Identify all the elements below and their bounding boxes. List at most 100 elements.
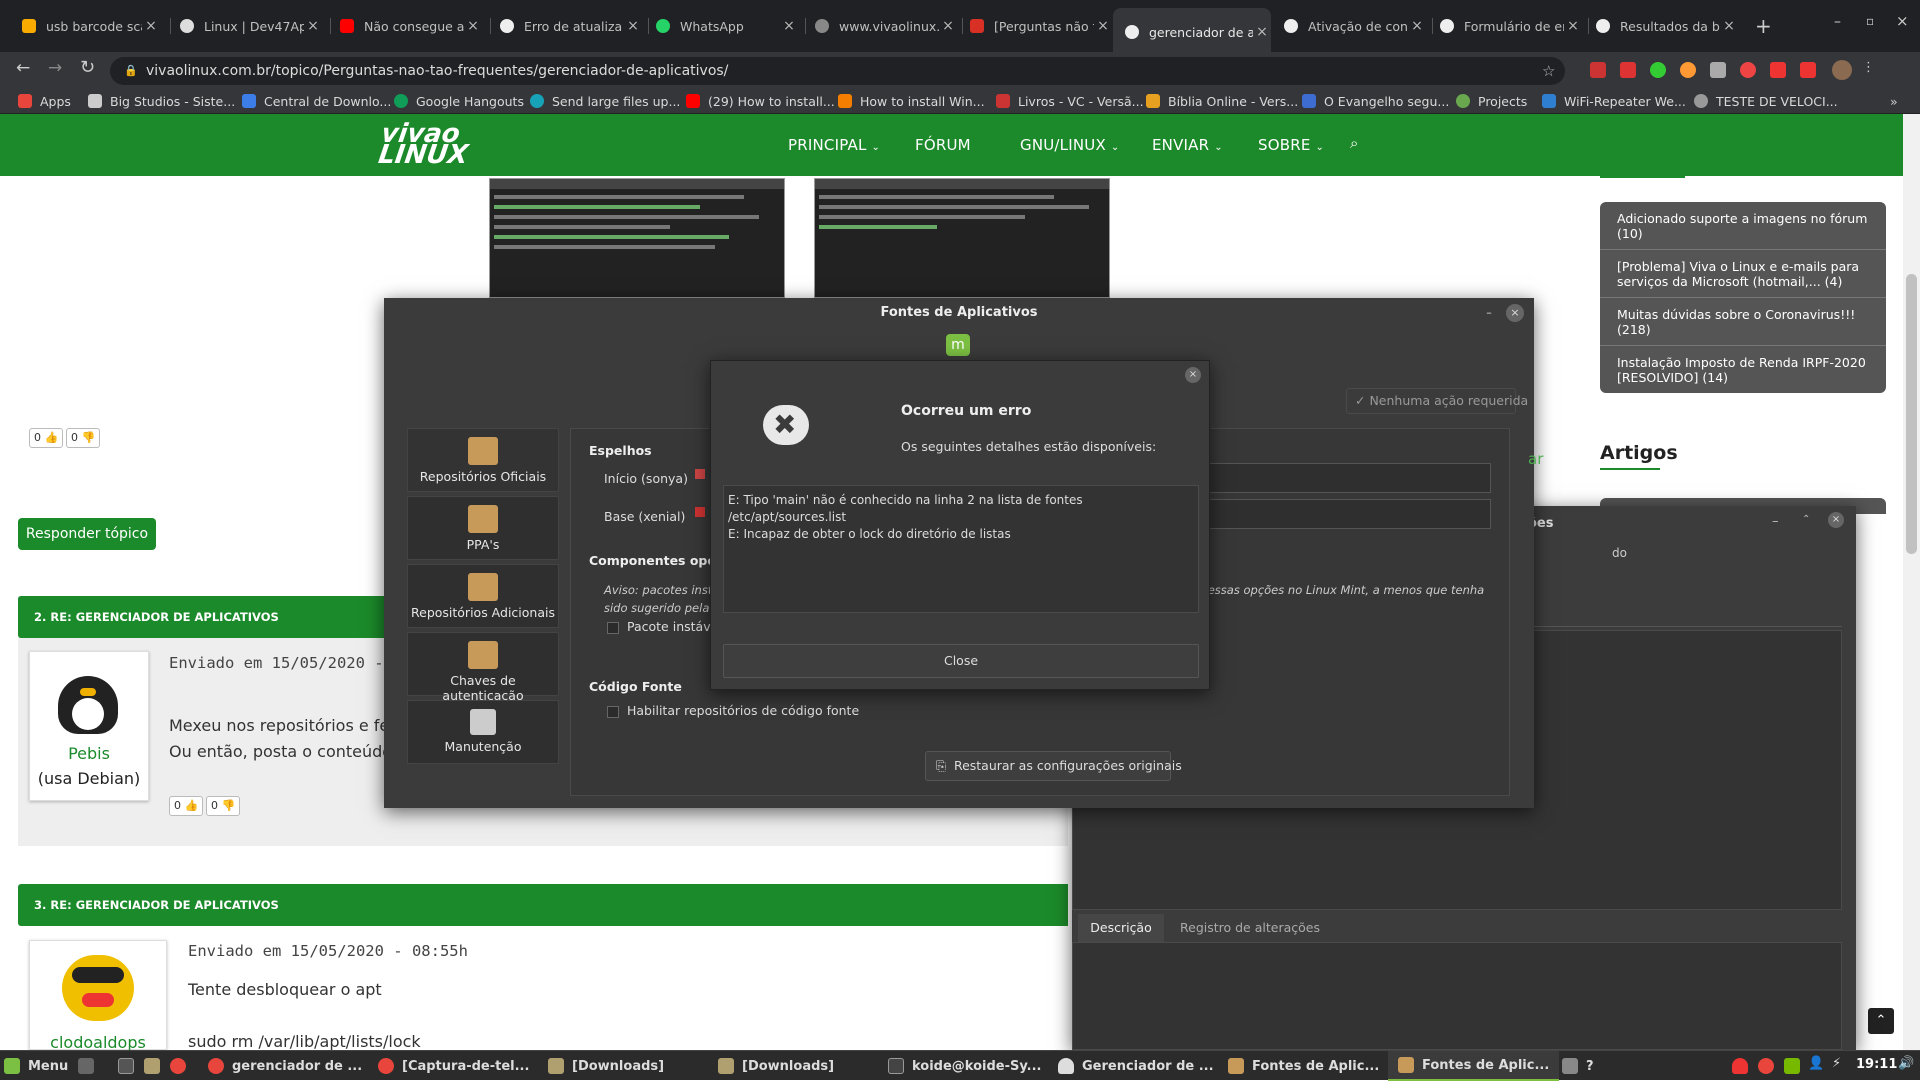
close-icon[interactable]: × (1185, 367, 1201, 383)
close-tab-icon[interactable]: × (1720, 18, 1738, 34)
bookmark-item[interactable]: Central de Downlo... (242, 88, 391, 114)
extension-icon[interactable] (1710, 62, 1726, 78)
close-icon[interactable]: × (1506, 304, 1524, 322)
screenshot-thumbnail[interactable] (814, 178, 1110, 298)
bookmark-item[interactable]: (29) How to install... (686, 88, 835, 114)
sidebar-topic-link[interactable]: Instalação Imposto de Renda IRPF-2020 [R… (1600, 346, 1886, 393)
restore-defaults-button[interactable]: ⎘ Restaurar as configurações originais (925, 751, 1182, 781)
browser-tab[interactable]: Não consegue a × (340, 12, 482, 40)
dislike-button[interactable]: 0 👎 (206, 796, 241, 816)
nav-sobre[interactable]: SOBRE ⌄ (1258, 136, 1324, 154)
like-button[interactable]: 0 👍 (29, 428, 64, 448)
username-link[interactable]: clodoaldops (30, 1033, 166, 1050)
network-tray-icon[interactable]: ⚡ (1832, 1056, 1841, 1071)
sidebar-topic-link[interactable]: Muitas dúvidas sobre o Coronavirus!!! (2… (1600, 298, 1886, 346)
chrome-tray-icon[interactable] (1758, 1058, 1774, 1074)
tab-descricao[interactable]: Descrição (1078, 914, 1164, 942)
extension-icon[interactable] (1800, 62, 1816, 78)
taskbar-item[interactable]: Fontes de Aplic... (1228, 1051, 1379, 1081)
taskbar-item-active[interactable]: Fontes de Aplic... (1388, 1051, 1560, 1081)
bookmark-item[interactable]: Big Studios - Siste... (88, 88, 235, 114)
minimize-icon[interactable]: – (1834, 14, 1841, 30)
nvidia-tray-icon[interactable] (1784, 1058, 1800, 1074)
shield-tray-icon[interactable] (1732, 1058, 1748, 1074)
bookmark-item[interactable]: Livros - VC - Versã... (996, 88, 1144, 114)
close-tab-icon[interactable]: × (1564, 18, 1582, 34)
browser-tab[interactable]: Ativação de con × (1284, 12, 1426, 40)
terminal-launcher-icon[interactable] (118, 1051, 142, 1081)
page-scrollbar[interactable] (1903, 114, 1920, 1050)
close-tab-icon[interactable]: × (464, 18, 482, 34)
browser-tab[interactable]: usb barcode sca × (22, 12, 160, 40)
extension-icon[interactable] (1770, 62, 1786, 78)
bookmark-item[interactable]: Projects (1456, 88, 1527, 114)
bookmark-item[interactable]: O Evangelho segu... (1302, 88, 1449, 114)
scrollbar-thumb[interactable] (1906, 274, 1917, 554)
restore-icon[interactable]: ▫ (1866, 14, 1874, 28)
close-tab-icon[interactable]: × (1094, 18, 1112, 34)
close-tab-icon[interactable]: × (624, 18, 642, 34)
mirror-select[interactable] (1191, 463, 1491, 493)
clock[interactable]: 19:11 (1856, 1057, 1897, 1072)
more-bookmarks-icon[interactable]: » (1890, 88, 1898, 114)
search-icon[interactable]: ⌕ (1350, 134, 1359, 152)
close-button[interactable]: Close (723, 644, 1199, 678)
close-tab-icon[interactable]: × (1408, 18, 1426, 34)
user-tray-icon[interactable]: 👤 (1808, 1056, 1824, 1071)
taskbar-item[interactable]: ? (1562, 1051, 1594, 1081)
close-tab-icon[interactable]: × (1253, 24, 1271, 40)
extension-icon[interactable] (1650, 62, 1666, 78)
minimize-icon[interactable]: – (1772, 514, 1779, 529)
browser-tab[interactable]: [Perguntas não f × (970, 12, 1112, 40)
error-details-text[interactable]: E: Tipo 'main' não é conhecido na linha … (723, 485, 1199, 613)
username-link[interactable]: Pebis (30, 744, 148, 763)
browser-tab[interactable]: Formulário de er × (1440, 12, 1582, 40)
new-tab-icon[interactable]: + (1755, 14, 1772, 38)
reply-topic-button[interactable]: Responder tópico (18, 518, 156, 550)
nav-forum[interactable]: FÓRUM (915, 136, 971, 154)
close-tab-icon[interactable]: × (142, 18, 160, 34)
browser-tab[interactable]: Erro de atualiza × (500, 12, 642, 40)
volume-tray-icon[interactable]: 🔊 (1898, 1056, 1914, 1071)
dislike-button[interactable]: 0 👎 (66, 428, 101, 448)
bookmark-item[interactable]: WiFi-Repeater We... (1542, 88, 1686, 114)
bookmark-item[interactable]: Google Hangouts (394, 88, 524, 114)
close-icon[interactable]: × (1828, 512, 1844, 528)
scroll-top-icon[interactable]: ⌃ (1868, 1008, 1894, 1034)
taskbar-item[interactable]: [Downloads] (548, 1051, 664, 1081)
menu-icon[interactable]: ⋮ (1862, 60, 1875, 75)
minimize-icon[interactable]: – (1480, 304, 1498, 322)
browser-tab-active[interactable]: gerenciador de a × (1113, 8, 1271, 52)
forward-icon[interactable]: → (48, 58, 62, 78)
extension-icon[interactable] (1740, 62, 1756, 78)
close-tab-icon[interactable]: × (780, 18, 798, 34)
taskbar-item[interactable]: gerenciador de ... (208, 1051, 362, 1081)
sidebar-topic-link[interactable]: Adicionado suporte a imagens no fórum (1… (1600, 202, 1886, 250)
unstable-checkbox[interactable]: Pacote instáve (607, 619, 718, 634)
browser-tab[interactable]: Linux | Dev47Ap × (180, 12, 322, 40)
taskbar-item[interactable]: koide@koide-Sy... (888, 1051, 1041, 1081)
sidebar-additional-repos[interactable]: Repositórios Adicionais (407, 564, 559, 628)
back-icon[interactable]: ← (16, 58, 30, 78)
browser-tab[interactable]: Resultados da bu × (1596, 12, 1738, 40)
extension-icon[interactable] (1620, 62, 1636, 78)
avatar[interactable] (1832, 60, 1852, 80)
screenshot-thumbnail[interactable] (489, 178, 785, 298)
close-tab-icon[interactable]: × (939, 18, 957, 34)
taskbar-item[interactable]: [Captura-de-tel... (378, 1051, 529, 1081)
tab-registro[interactable]: Registro de alterações (1180, 914, 1320, 942)
chrome-launcher-icon[interactable] (170, 1051, 194, 1081)
extension-icon[interactable] (1590, 62, 1606, 78)
mirror-select[interactable] (1191, 499, 1491, 529)
close-tab-icon[interactable]: × (304, 18, 322, 34)
like-button[interactable]: 0 👍 (169, 796, 204, 816)
show-desktop-icon[interactable] (78, 1051, 102, 1081)
reload-icon[interactable]: ↻ (80, 57, 95, 78)
nav-gnu-linux[interactable]: GNU/LINUX ⌄ (1020, 136, 1120, 154)
taskbar-item[interactable]: [Downloads] (718, 1051, 834, 1081)
bookmark-item[interactable]: Send large files up... (530, 88, 680, 114)
extension-icon[interactable] (1680, 62, 1696, 78)
close-window-icon[interactable]: × (1896, 12, 1909, 30)
url-input[interactable]: 🔒 vivaolinux.com.br/topico/Perguntas-nao… (110, 57, 1565, 85)
taskbar-item[interactable]: Gerenciador de ... (1058, 1051, 1214, 1081)
